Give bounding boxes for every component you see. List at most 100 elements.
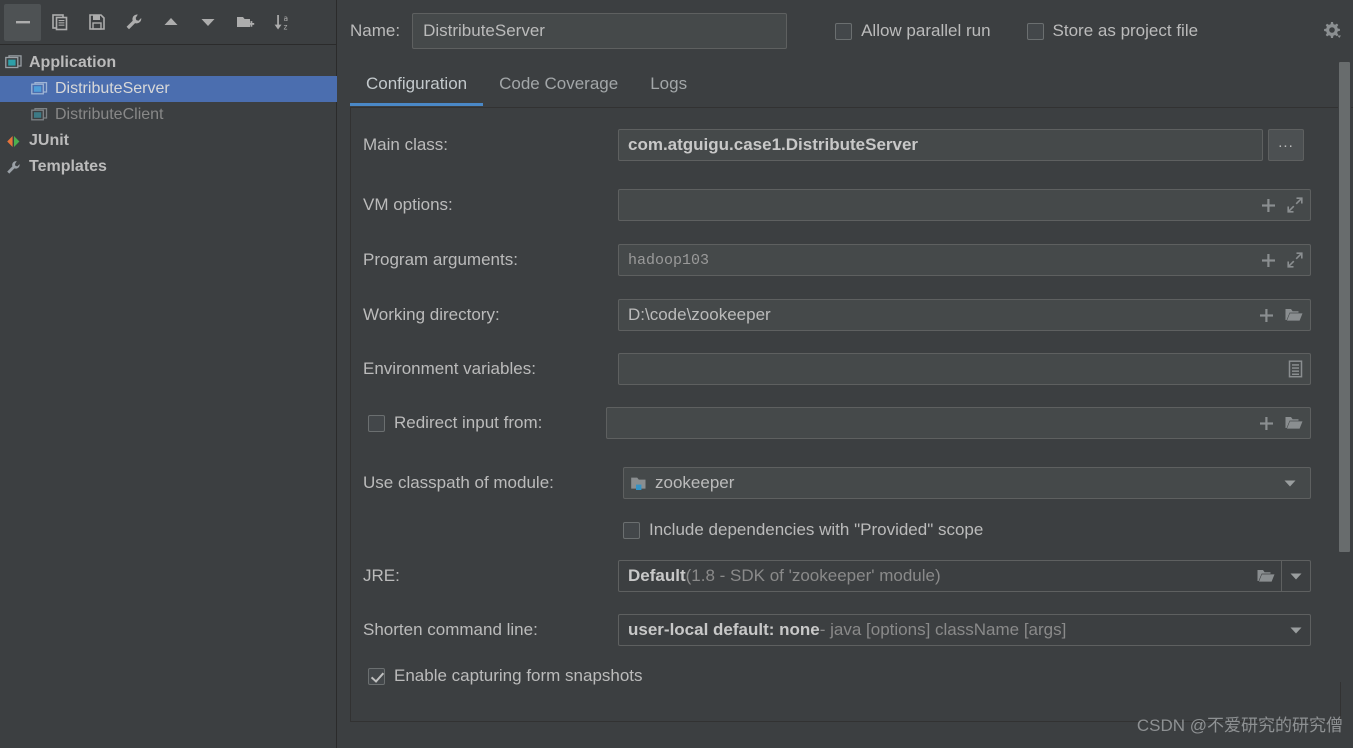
row-shorten-command-line: Shorten command line: user-local default… [351, 614, 1340, 646]
shorten-command-line-value: user-local default: none [628, 620, 820, 639]
tree-label: DistributeClient [55, 106, 164, 123]
tab-code-coverage[interactable]: Code Coverage [483, 62, 634, 104]
insert-macro-icon[interactable] [1258, 307, 1275, 324]
row-jre: JRE: Default (1.8 - SDK of 'zookeeper' m… [351, 560, 1340, 592]
tab-label: Configuration [366, 74, 468, 93]
browse-jre-icon[interactable] [1250, 561, 1282, 591]
program-arguments-value: hadoop103 [628, 251, 710, 269]
gear-dropdown-icon[interactable] [1319, 18, 1345, 44]
name-input[interactable] [412, 13, 788, 49]
tree-label: JUnit [29, 132, 69, 149]
vm-options-adornments [1260, 196, 1304, 214]
insert-macro-icon[interactable] [1260, 197, 1277, 214]
insert-macro-icon[interactable] [1258, 415, 1275, 432]
shorten-command-line-combobox[interactable]: user-local default: none - java [options… [618, 614, 1311, 646]
run-debug-configurations-dialog: a z Application DistributeServer Distrib… [0, 0, 1353, 748]
redirect-input-field-wrap [606, 407, 1311, 439]
main-class-input[interactable]: com.atguigu.case1.DistributeServer [618, 129, 1263, 161]
configurations-toolbar: a z [0, 0, 337, 45]
scrollbar-thumb[interactable] [1339, 62, 1350, 552]
new-folder-button[interactable] [226, 4, 263, 41]
move-up-button[interactable] [152, 4, 189, 41]
configurations-tree: Application DistributeServer DistributeC… [0, 46, 337, 748]
row-working-directory: Working directory: D:\code\zookeeper [351, 299, 1340, 331]
arrow-down-icon [198, 12, 218, 32]
expand-editor-icon[interactable] [1286, 251, 1304, 269]
tree-group-junit[interactable]: JUnit [0, 128, 337, 154]
tab-logs[interactable]: Logs [634, 62, 703, 104]
enable-capturing-form-snapshots-checkbox[interactable]: Enable capturing form snapshots [368, 666, 643, 686]
wrench-icon [124, 12, 144, 32]
name-bar: Name: Allow parallel run Store as projec… [338, 0, 1353, 62]
tree-label: Templates [29, 158, 107, 175]
sidebar-item-distributeserver[interactable]: DistributeServer [0, 76, 337, 102]
remove-configuration-button[interactable] [4, 3, 41, 41]
shorten-command-line-label: Shorten command line: [363, 620, 538, 639]
allow-parallel-run-checkbox[interactable]: Allow parallel run [835, 21, 991, 41]
environment-variables-label: Environment variables: [363, 359, 536, 378]
main-class-label: Main class: [363, 135, 449, 154]
configurations-sidebar: a z Application DistributeServer Distrib… [0, 0, 337, 748]
browse-folder-icon[interactable] [1284, 414, 1304, 432]
tree-group-templates[interactable]: Templates [0, 154, 337, 180]
working-directory-label: Working directory: [363, 305, 500, 324]
junit-icon [4, 132, 22, 150]
checkbox-box [368, 414, 385, 432]
jre-label: JRE: [363, 566, 400, 585]
row-vm-options: VM options: [351, 189, 1340, 221]
checkbox-box [623, 521, 640, 539]
sort-alphabetically-button[interactable]: a z [263, 4, 300, 41]
jre-combobox[interactable]: Default (1.8 - SDK of 'zookeeper' module… [618, 560, 1311, 592]
move-down-button[interactable] [189, 4, 226, 41]
configuration-form: Main class: com.atguigu.case1.Distribute… [350, 108, 1341, 722]
row-enable-snapshots: Enable capturing form snapshots [351, 661, 1340, 691]
environment-variables-input[interactable] [618, 353, 1311, 385]
chevron-down-icon[interactable] [1276, 468, 1304, 498]
shorten-command-line-detail: - java [options] className [args] [819, 620, 1067, 639]
configuration-editor-panel: Name: Allow parallel run Store as projec… [338, 0, 1353, 748]
chevron-down-icon[interactable] [1282, 615, 1310, 645]
save-configuration-button[interactable] [78, 4, 115, 41]
row-program-arguments: Program arguments: hadoop103 [351, 244, 1340, 276]
include-provided-scope-label: Include dependencies with "Provided" sco… [649, 520, 984, 539]
vm-options-input[interactable] [618, 189, 1311, 221]
wrench-icon [4, 158, 22, 176]
browse-main-class-button[interactable]: ... [1268, 129, 1304, 161]
editor-tabs: Configuration Code Coverage Logs [338, 62, 1353, 109]
redirect-input-field[interactable] [606, 407, 1311, 439]
checkbox-box [368, 667, 385, 685]
allow-parallel-run-label: Allow parallel run [861, 21, 991, 40]
environment-variables-adornments [1287, 360, 1304, 378]
sidebar-item-distributeclient[interactable]: DistributeClient [0, 102, 337, 128]
vm-options-label: VM options: [363, 195, 453, 214]
shorten-command-line-field-wrap: user-local default: none - java [options… [618, 614, 1311, 646]
redirect-input-checkbox[interactable]: Redirect input from: [368, 413, 542, 433]
edit-templates-button[interactable] [115, 4, 152, 41]
tree-label: Application [29, 54, 117, 71]
vertical-scrollbar[interactable] [1338, 62, 1351, 682]
copy-icon [50, 12, 70, 32]
insert-macro-icon[interactable] [1260, 252, 1277, 269]
classpath-module-combobox[interactable]: zookeeper [623, 467, 1311, 499]
module-icon [630, 475, 648, 492]
tab-label: Logs [650, 74, 688, 93]
tab-configuration[interactable]: Configuration [350, 62, 484, 106]
browse-folder-icon[interactable] [1284, 306, 1304, 324]
chevron-down-icon[interactable] [1282, 561, 1310, 591]
row-classpath-module: Use classpath of module: zookeeper [351, 467, 1340, 499]
run-config-icon [30, 80, 48, 98]
copy-configuration-button[interactable] [41, 4, 78, 41]
working-directory-input[interactable]: D:\code\zookeeper [618, 299, 1311, 331]
jre-value-wrap: Default (1.8 - SDK of 'zookeeper' module… [628, 566, 1250, 586]
tree-group-application[interactable]: Application [0, 50, 337, 76]
working-directory-adornments [1258, 306, 1304, 324]
include-provided-scope-checkbox[interactable]: Include dependencies with "Provided" sco… [623, 520, 983, 540]
row-include-provided: Include dependencies with "Provided" sco… [351, 515, 1340, 545]
classpath-module-field-wrap: zookeeper [623, 467, 1311, 499]
edit-variables-icon[interactable] [1287, 360, 1304, 378]
store-as-project-file-checkbox[interactable]: Store as project file [1026, 21, 1198, 41]
vm-options-field-wrap [618, 189, 1311, 221]
run-config-icon [30, 106, 48, 124]
program-arguments-input[interactable]: hadoop103 [618, 244, 1311, 276]
expand-editor-icon[interactable] [1286, 196, 1304, 214]
